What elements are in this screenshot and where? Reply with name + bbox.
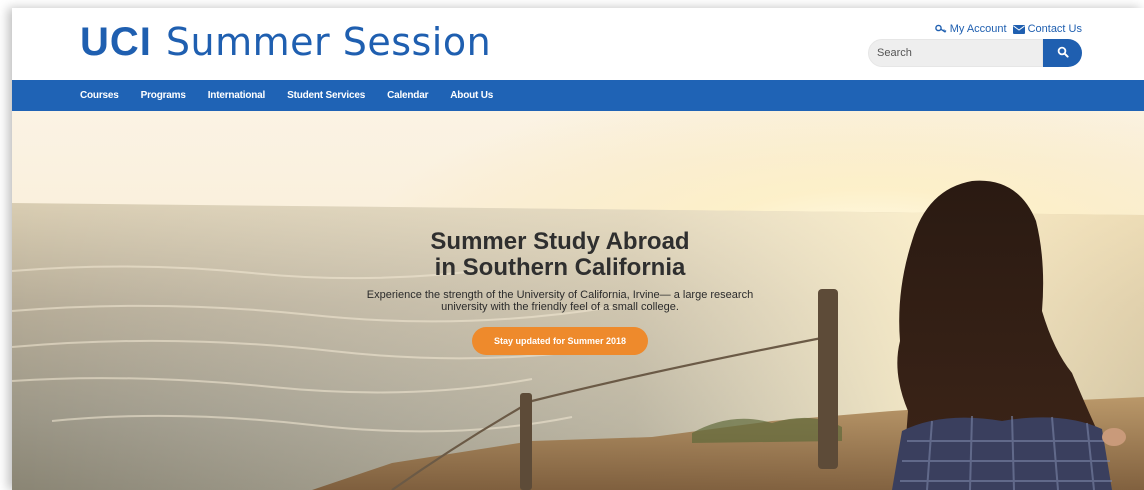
browser-page: UCI Summer Session My Account Contact Us… [12, 8, 1144, 490]
nav-item-student-services[interactable]: Student Services [287, 90, 365, 101]
search-icon [1057, 46, 1069, 61]
nav-item-programs[interactable]: Programs [141, 90, 186, 101]
site-logo[interactable]: UCI Summer Session [80, 20, 491, 66]
search-button[interactable] [1043, 39, 1082, 67]
stay-updated-button[interactable]: Stay updated for Summer 2018 [471, 327, 649, 355]
site-header: UCI Summer Session My Account Contact Us… [12, 8, 1144, 80]
my-account-label: My Account [949, 23, 1007, 35]
hero-subtitle-line-1: Experience the strength of the Universit… [366, 289, 754, 301]
hero-title: Summer Study Abroad in Southern Californ… [342, 229, 778, 281]
search-box [868, 39, 1082, 67]
contact-us-link[interactable]: Contact Us [1012, 23, 1082, 35]
key-icon [934, 24, 947, 34]
my-account-link[interactable]: My Account [934, 23, 1007, 35]
hero-title-line-1: Summer Study Abroad [430, 228, 690, 255]
nav-item-about-us[interactable]: About Us [450, 90, 493, 101]
logo-summer-session-text: Summer Session [165, 20, 492, 64]
contact-us-label: Contact Us [1027, 23, 1082, 35]
envelope-icon [1012, 24, 1025, 34]
nav-item-courses[interactable]: Courses [80, 90, 119, 101]
hero-banner: Summer Study Abroad in Southern Californ… [12, 111, 1144, 490]
nav-item-calendar[interactable]: Calendar [387, 90, 428, 101]
search-input[interactable] [868, 39, 1043, 67]
hero-title-line-2: in Southern California [434, 254, 686, 281]
hero-content: Summer Study Abroad in Southern Californ… [342, 229, 778, 355]
hero-subtitle-line-2: university with the friendly feel of a s… [441, 301, 679, 313]
logo-uci-text: UCI [80, 20, 152, 64]
hero-subtitle: Experience the strength of the Universit… [342, 289, 778, 313]
main-nav: Courses Programs International Student S… [12, 80, 1144, 111]
utility-links: My Account Contact Us [934, 23, 1082, 35]
nav-item-international[interactable]: International [208, 90, 266, 101]
